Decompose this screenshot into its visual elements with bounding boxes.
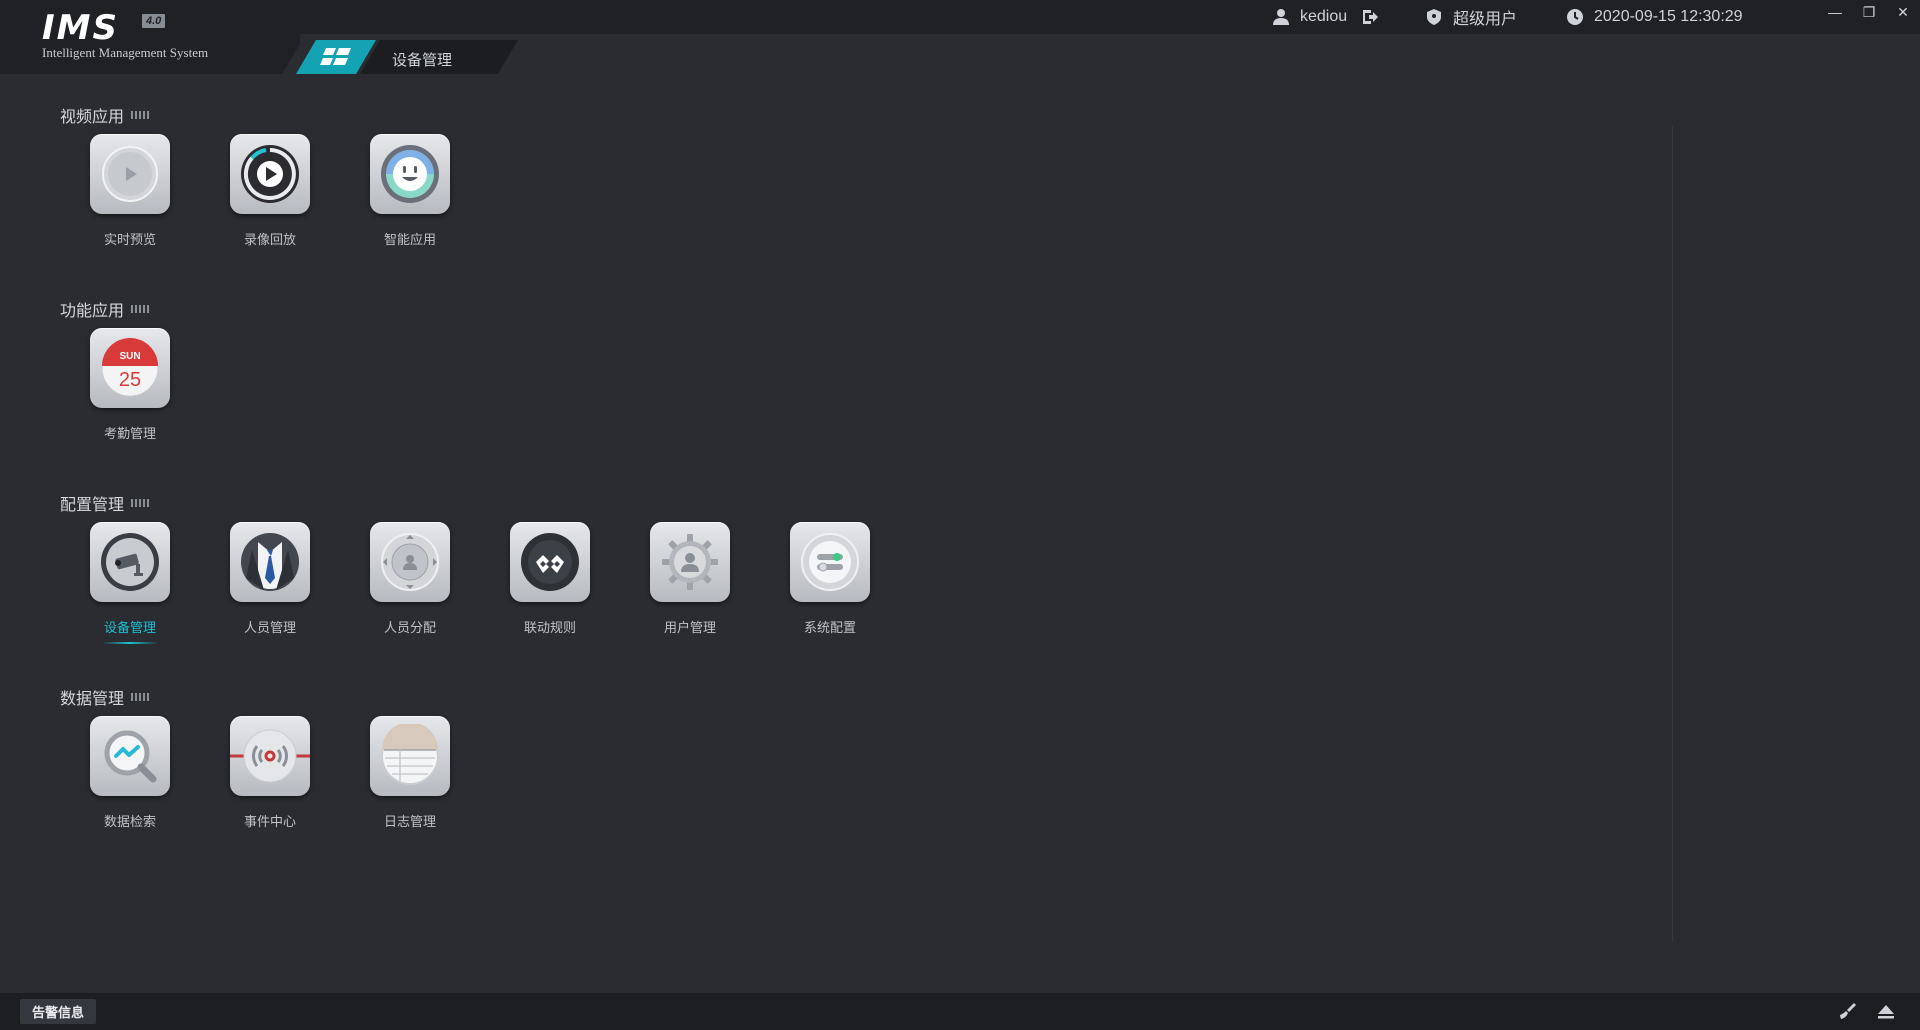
link-icon [521, 533, 579, 591]
app-label: 考勤管理 [103, 426, 156, 441]
clock-info: 2020-09-15 12:30:29 [1566, 0, 1743, 34]
section-title: 数据管理 [60, 691, 125, 708]
event-center-icon [230, 729, 310, 783]
section-title: 配置管理 [60, 497, 125, 514]
smart-face-icon [381, 145, 439, 203]
username: kediou [1300, 8, 1348, 25]
user-info: kediou [1272, 0, 1379, 34]
current-datetime: 2020-09-15 12:30:29 [1594, 8, 1743, 25]
person-tie-icon [241, 533, 299, 591]
app-label: 智能应用 [383, 232, 436, 247]
playback-icon [241, 145, 299, 203]
alarm-info-tab[interactable]: 告警信息 [20, 999, 97, 1024]
app-label: 实时预览 [103, 232, 156, 247]
section-function-apps: 功能应用 SUN 25 考勤管理 [60, 298, 170, 441]
app-personnel-assignment[interactable]: 人员分配 [340, 522, 480, 636]
app-attendance-management[interactable]: SUN 25 考勤管理 [60, 328, 200, 442]
tab-device-management[interactable]: 设备管理 [360, 40, 518, 74]
bars-decoration [131, 305, 150, 313]
app-label: 用户管理 [663, 620, 716, 635]
app-personnel-management[interactable]: 人员管理 [200, 522, 340, 636]
section-title: 视频应用 [60, 109, 125, 126]
app-log-management[interactable]: 日志管理 [340, 716, 480, 830]
section-config-management: 配置管理 设备管理 人员管理 人员分配 联动规则 用户管理 系统配置 [60, 492, 870, 644]
user-icon [1273, 9, 1289, 25]
clock-icon [1567, 9, 1583, 25]
user-gear-icon [662, 534, 718, 590]
app-logo: IMS [42, 8, 119, 48]
vertical-divider [1672, 126, 1673, 942]
person-assign-icon [381, 533, 439, 591]
minimize-button[interactable]: — [1818, 0, 1852, 24]
tab-label: 设备管理 [392, 52, 453, 69]
app-label: 设备管理 [103, 620, 156, 635]
settings-toggle-icon [801, 533, 859, 591]
app-device-management[interactable]: 设备管理 [60, 522, 200, 644]
log-icon [381, 724, 439, 785]
app-launcher: 视频应用 实时预览 录像回放 智能应用 功能应用 SUN 25 考勤管理 配置管… [0, 74, 1672, 944]
data-search-icon [104, 730, 157, 783]
window-controls: — ❐ ✕ [1818, 0, 1920, 24]
app-label: 系统配置 [803, 620, 856, 635]
app-version-badge: 4.0 [142, 14, 165, 28]
role-info: 超级用户 [1425, 0, 1517, 34]
app-subtitle: Intelligent Management System [42, 45, 209, 60]
bars-decoration [131, 111, 150, 119]
broom-icon[interactable] [1838, 1001, 1858, 1021]
user-role: 超级用户 [1453, 11, 1518, 28]
app-label: 日志管理 [383, 814, 436, 829]
app-event-center[interactable]: 事件中心 [200, 716, 340, 830]
app-linkage-rules[interactable]: 联动规则 [480, 522, 620, 636]
section-title: 功能应用 [60, 303, 125, 320]
bars-decoration [131, 499, 150, 507]
camera-icon [101, 533, 159, 591]
close-button[interactable]: ✕ [1886, 0, 1920, 24]
shield-icon [1427, 9, 1441, 25]
app-label: 人员分配 [383, 620, 436, 635]
status-bar: 告警信息 [0, 993, 1920, 1030]
restore-button[interactable]: ❐ [1852, 0, 1886, 24]
app-label: 人员管理 [243, 620, 296, 635]
grid-icon [320, 48, 354, 66]
app-playback[interactable]: 录像回放 [200, 134, 340, 248]
app-live-preview[interactable]: 实时预览 [60, 134, 200, 248]
play-icon [102, 146, 158, 202]
logout-icon[interactable] [1361, 8, 1379, 26]
calendar-date: 25 [119, 369, 141, 391]
app-label: 联动规则 [523, 620, 576, 635]
eject-icon[interactable] [1876, 1001, 1896, 1021]
app-system-config[interactable]: 系统配置 [760, 522, 900, 636]
app-user-management[interactable]: 用户管理 [620, 522, 760, 636]
bars-decoration [131, 693, 150, 701]
section-video-apps: 视频应用 实时预览 录像回放 智能应用 [60, 104, 450, 247]
calendar-day: SUN [119, 351, 140, 362]
app-label: 数据检索 [103, 814, 156, 829]
app-label: 事件中心 [243, 814, 296, 829]
alarm-info-label: 告警信息 [32, 1005, 85, 1020]
app-label: 录像回放 [243, 232, 296, 247]
logo-block: IMS 4.0 Intelligent Management System [0, 0, 300, 74]
calendar-icon: SUN 25 [101, 338, 159, 397]
app-smart-application[interactable]: 智能应用 [340, 134, 480, 248]
app-data-search[interactable]: 数据检索 [60, 716, 200, 830]
section-data-management: 数据管理 数据检索 事件中心 日志管理 [60, 686, 450, 829]
